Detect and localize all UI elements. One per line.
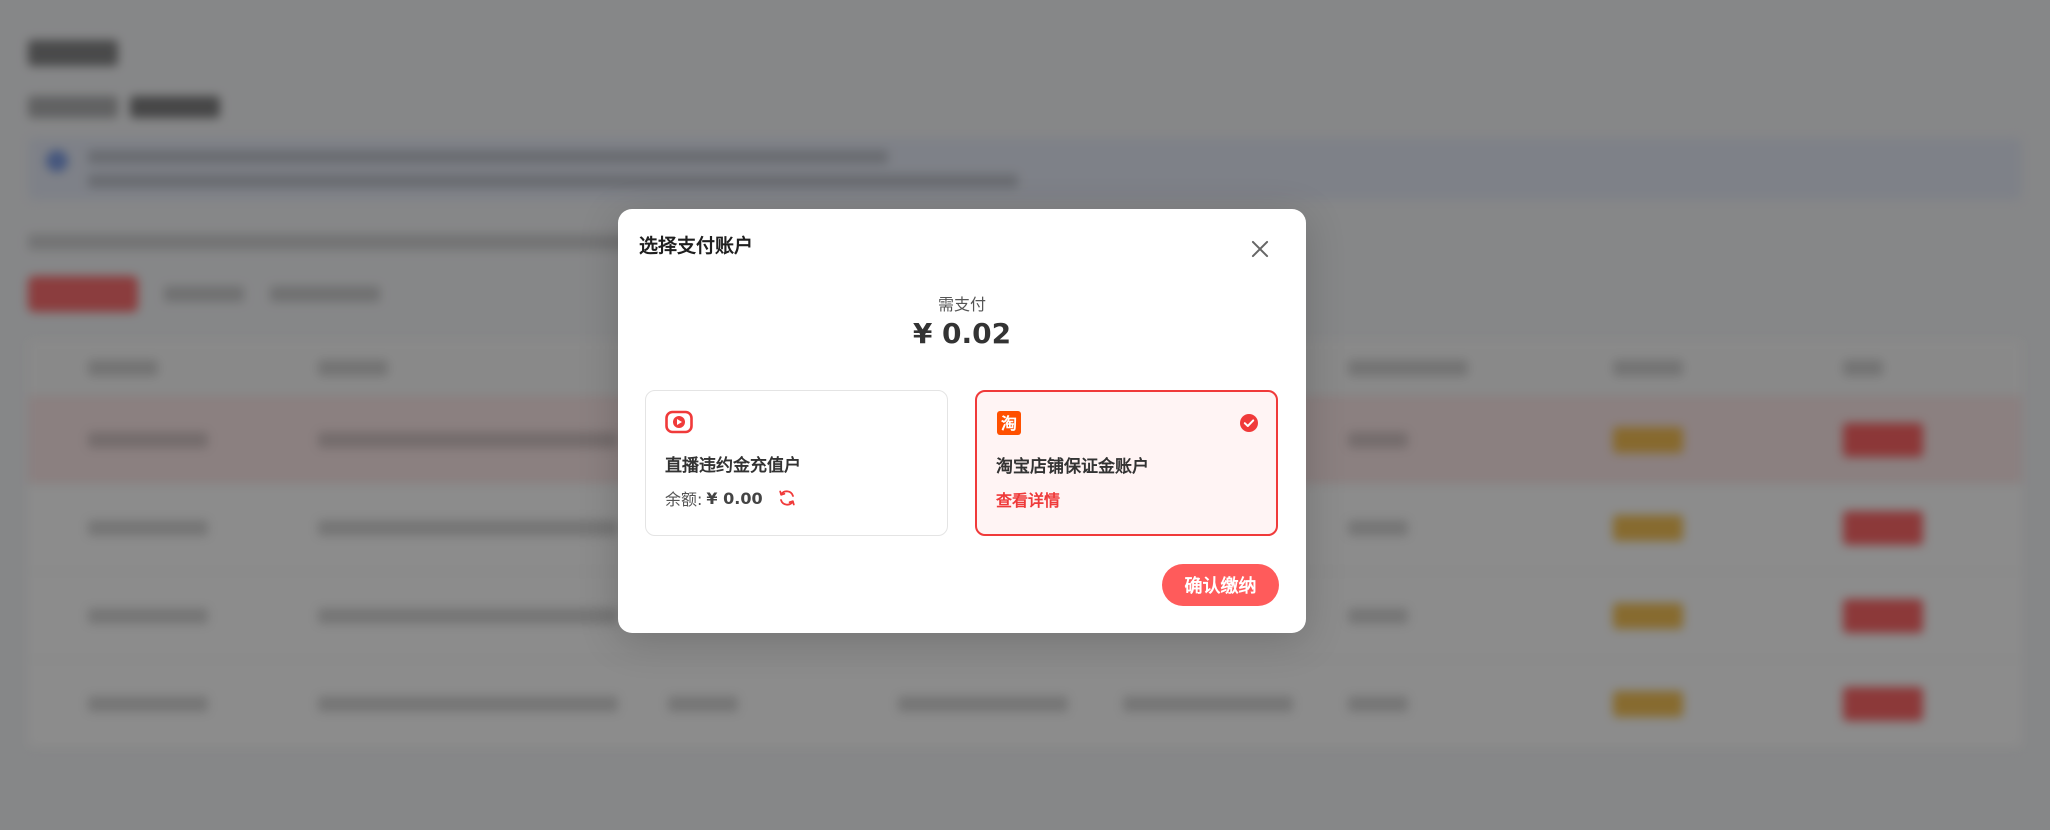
live-play-icon [665, 410, 693, 434]
pay-amount: ¥ 0.02 [912, 317, 1012, 350]
balance-value: ¥ 0.00 [706, 488, 763, 508]
account-card-taobao-deposit[interactable]: 淘 淘宝店铺保证金账户 查看详情 [975, 390, 1278, 536]
dialog-title: 选择支付账户 [639, 235, 754, 257]
account-name: 淘宝店铺保证金账户 [996, 457, 1149, 477]
taobao-logo-char: 淘 [1001, 414, 1017, 433]
balance-label: 余额: [665, 490, 703, 509]
taobao-logo-icon: 淘 [997, 411, 1021, 435]
account-balance: 余额: ¥ 0.00 [665, 486, 797, 510]
account-name: 直播违约金充值户 [665, 456, 801, 476]
confirm-payment-button[interactable]: 确认缴纳 [1162, 564, 1279, 606]
close-icon[interactable] [1250, 239, 1270, 259]
account-card-live-penalty[interactable]: 直播违约金充值户 余额: ¥ 0.00 [645, 390, 948, 536]
select-payment-account-dialog: 选择支付账户 需支付 ¥ 0.02 直播违约金充值户 余额: ¥ 0.00 淘 [618, 209, 1306, 633]
view-details-link[interactable]: 查看详情 [996, 487, 1060, 511]
refresh-icon[interactable] [777, 488, 797, 508]
check-circle-icon [1240, 414, 1258, 432]
pay-label: 需支付 [937, 295, 986, 314]
